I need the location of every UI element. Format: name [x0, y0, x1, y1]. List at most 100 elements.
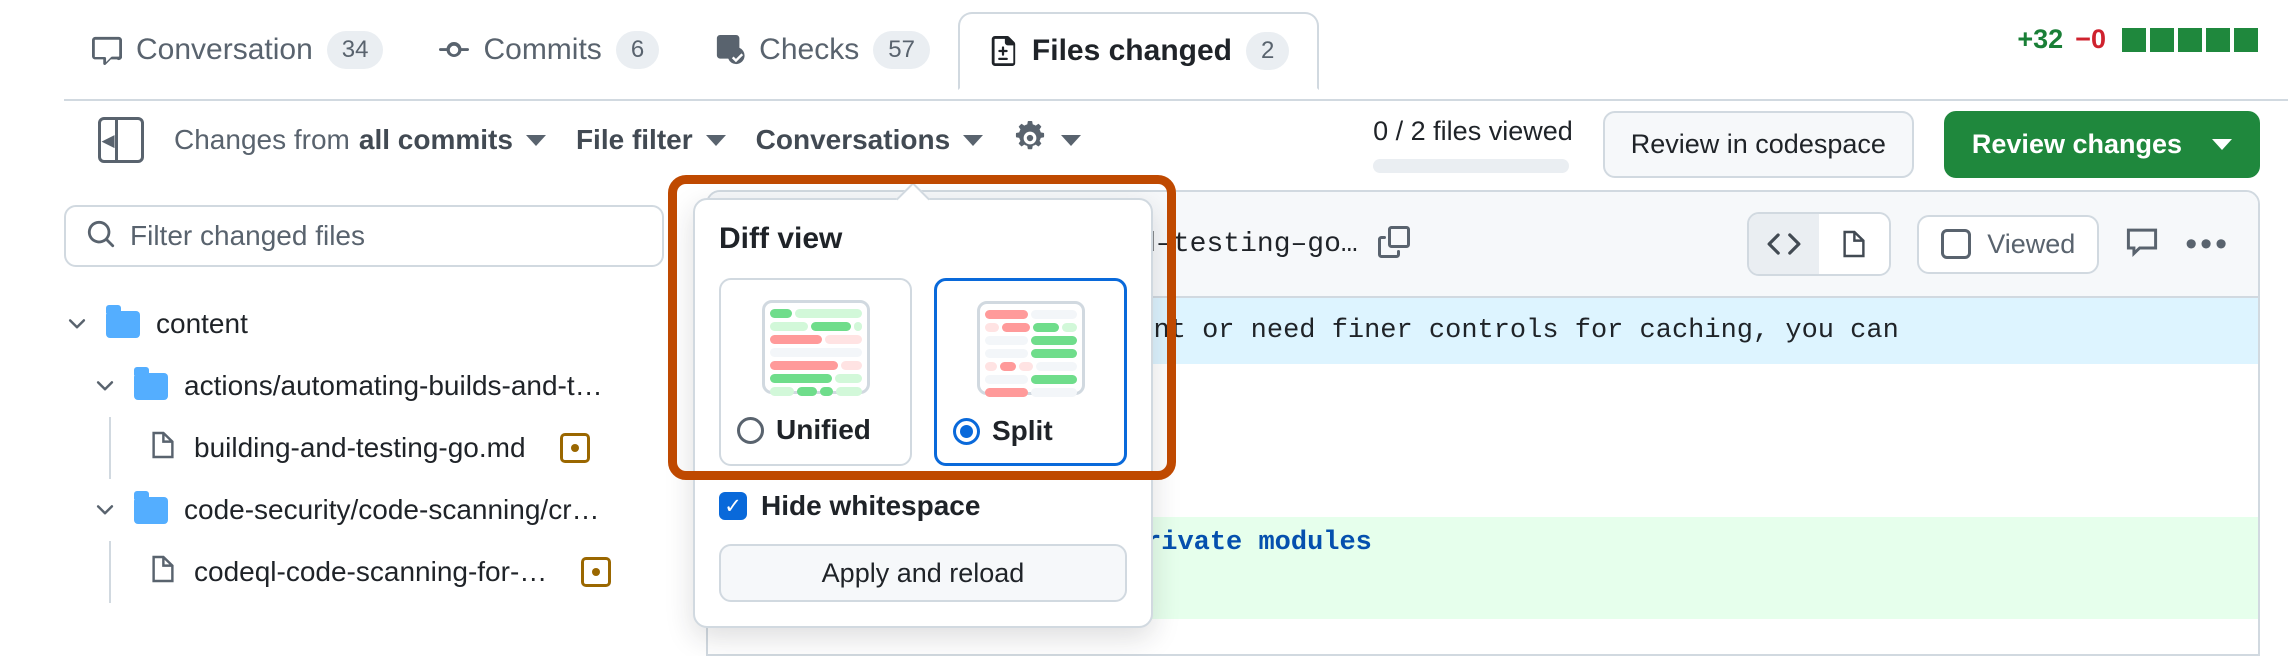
comment-icon[interactable]: [2125, 225, 2159, 264]
chevron-down-icon: [2212, 139, 2232, 150]
diff-view-popup: Diff view Unified: [693, 198, 1153, 628]
toolbar-right-group: 0 / 2 files viewed Review in codespace R…: [1373, 111, 2260, 178]
chevron-down-icon: [92, 497, 118, 523]
tab-counter: 6: [616, 31, 659, 69]
folder-icon: [106, 311, 140, 338]
toolbar-left-group: ◀ Changes from all commits File filter C…: [98, 117, 1081, 163]
copy-icon[interactable]: [1378, 226, 1410, 263]
tree-folder-content[interactable]: content: [64, 293, 684, 355]
tab-commits[interactable]: Commits 6: [411, 12, 687, 88]
chevron-down-icon: [706, 135, 726, 146]
file-tree-sidebar: Filter changed files content actions/aut…: [64, 205, 684, 603]
conversations-dropdown[interactable]: Conversations: [756, 124, 984, 156]
tree-guide-line: [109, 417, 111, 479]
checkbox-checked-icon: ✓: [719, 492, 747, 520]
radio-unselected-icon: [737, 417, 764, 444]
chevron-down-icon: [963, 135, 983, 146]
unified-label: Unified: [776, 414, 871, 446]
review-in-codespace-button[interactable]: Review in codespace: [1603, 111, 1914, 178]
search-icon: [86, 219, 116, 254]
tab-conversation[interactable]: Conversation 34: [64, 12, 411, 88]
files-toolbar: ◀ Changes from all commits File filter C…: [0, 101, 2288, 185]
radio-selected-icon: [953, 418, 980, 445]
filter-placeholder-text: Filter changed files: [130, 220, 365, 252]
pull-request-files-changed-page: Conversation 34 Commits 6 Checks 57: [0, 0, 2288, 656]
unified-preview-thumbnail: [762, 300, 870, 394]
code-icon[interactable]: [1749, 214, 1819, 274]
kebab-horizontal-icon[interactable]: •••: [2185, 234, 2230, 254]
changed-files-tree: content actions/automating-builds-and-t……: [64, 293, 684, 603]
split-label: Split: [992, 415, 1053, 447]
split-radio-row[interactable]: Split: [953, 415, 1108, 447]
tree-item-label: code-security/code-scanning/cr…: [184, 494, 600, 526]
tree-folder-code-security[interactable]: code-security/code-scanning/cr…: [64, 479, 684, 541]
viewed-label: Viewed: [1987, 229, 2075, 260]
tree-file-codeql-code-scanning[interactable]: codeql-code-scanning-for-…: [64, 541, 684, 603]
folder-icon: [134, 373, 168, 400]
pr-tabs: Conversation 34 Commits 6 Checks 57: [64, 0, 1319, 100]
tab-label: Commits: [483, 33, 601, 67]
hide-whitespace-label: Hide whitespace: [761, 490, 980, 522]
chevron-down-icon: [526, 135, 546, 146]
tree-guide-line: [109, 541, 111, 603]
changes-from-value: all commits: [359, 124, 513, 156]
tab-checks[interactable]: Checks 57: [687, 12, 958, 88]
tree-item-label: codeql-code-scanning-for-…: [194, 556, 547, 588]
tab-counter: 57: [873, 31, 930, 69]
tab-files-changed[interactable]: Files changed 2: [958, 12, 1319, 90]
popup-title: Diff view: [719, 222, 1127, 256]
diff-view-option-unified[interactable]: Unified: [719, 278, 912, 466]
deletions-count: −0: [2075, 24, 2106, 55]
tab-label: Files changed: [1032, 34, 1232, 68]
diffstat-blocks: [2122, 28, 2258, 52]
apply-and-reload-button[interactable]: Apply and reload: [719, 544, 1127, 602]
file-icon[interactable]: [1819, 214, 1889, 274]
file-icon: [148, 430, 178, 467]
diffstat-summary: +32 −0: [2017, 24, 2258, 55]
review-changes-button[interactable]: Review changes: [1944, 111, 2260, 178]
tab-label: Checks: [759, 33, 859, 67]
git-commit-icon: [439, 35, 469, 65]
tree-file-building-and-testing-go[interactable]: building-and-testing-go.md: [64, 417, 684, 479]
additions-count: +32: [2017, 24, 2063, 55]
folder-icon: [134, 497, 168, 524]
file-icon: [148, 554, 178, 591]
checkbox-unchecked-icon: [1941, 229, 1971, 259]
popup-arrow: [896, 182, 930, 216]
tab-label: Conversation: [136, 33, 313, 67]
files-viewed-progress: 0 / 2 files viewed: [1373, 116, 1573, 173]
sidebar-expand-icon[interactable]: ◀: [98, 117, 144, 163]
checklist-icon: [715, 35, 745, 65]
file-changed-dot-badge: [581, 557, 611, 587]
tree-item-label: actions/automating-builds-and-t…: [184, 370, 603, 402]
files-viewed-label: 0 / 2 files viewed: [1373, 116, 1573, 147]
chevron-down-icon: [92, 373, 118, 399]
files-viewed-bar: [1373, 159, 1569, 173]
tree-item-label: building-and-testing-go.md: [194, 432, 526, 464]
view-mode-segmented-control: [1747, 212, 1891, 276]
chevron-down-icon: [64, 311, 90, 337]
file-filter-dropdown[interactable]: File filter: [576, 124, 726, 156]
changes-from-prefix: Changes from: [174, 124, 350, 156]
conversations-label: Conversations: [756, 124, 951, 156]
viewed-checkbox[interactable]: Viewed: [1917, 215, 2099, 274]
split-preview-thumbnail: [977, 301, 1085, 395]
tree-folder-actions-automating[interactable]: actions/automating-builds-and-t…: [64, 355, 684, 417]
chevron-down-icon: [1061, 135, 1081, 146]
filter-changed-files-input[interactable]: Filter changed files: [64, 205, 664, 267]
file-diff-icon: [988, 36, 1018, 66]
diff-view-option-split[interactable]: Split: [934, 278, 1127, 466]
changes-from-dropdown[interactable]: Changes from all commits: [174, 124, 546, 156]
pr-tab-bar: Conversation 34 Commits 6 Checks 57: [0, 0, 2288, 101]
gear-icon: [1013, 121, 1047, 160]
tab-counter: 34: [327, 31, 384, 69]
diff-view-options: Unified Split: [719, 278, 1127, 466]
hide-whitespace-checkbox[interactable]: ✓ Hide whitespace: [719, 490, 1127, 522]
review-changes-label: Review changes: [1972, 129, 2182, 160]
diff-settings-button[interactable]: [1013, 121, 1081, 160]
file-changed-dot-badge: [560, 433, 590, 463]
tree-item-label: content: [156, 308, 248, 340]
comment-discussion-icon: [92, 35, 122, 65]
file-actions-group: Viewed •••: [1747, 212, 2230, 276]
unified-radio-row[interactable]: Unified: [737, 414, 894, 446]
